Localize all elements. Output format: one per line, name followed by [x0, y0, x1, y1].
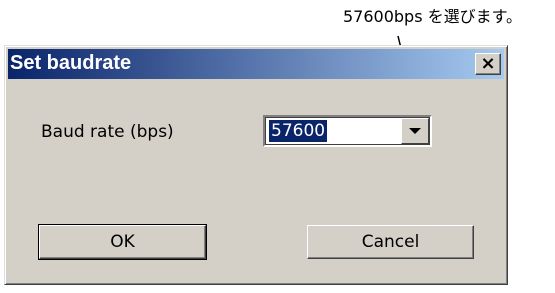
dialog-title: Set baudrate — [10, 52, 132, 74]
baud-rate-value[interactable]: 57600 — [269, 120, 328, 142]
chevron-down-icon — [409, 128, 421, 134]
title-bar: Set baudrate × — [8, 49, 504, 79]
cancel-button[interactable]: Cancel — [307, 225, 474, 259]
baud-rate-select[interactable]: 57600 — [263, 115, 432, 147]
close-icon: × — [480, 53, 496, 74]
set-baudrate-dialog: Set baudrate × Baud rate (bps) 57600 OK … — [4, 45, 508, 285]
ok-button[interactable]: OK — [38, 224, 207, 260]
dropdown-button[interactable] — [401, 118, 429, 144]
baud-rate-label: Baud rate (bps) — [41, 122, 174, 142]
close-button[interactable]: × — [475, 53, 501, 75]
annotation-callout: 57600bps を選びます。 — [343, 7, 523, 26]
